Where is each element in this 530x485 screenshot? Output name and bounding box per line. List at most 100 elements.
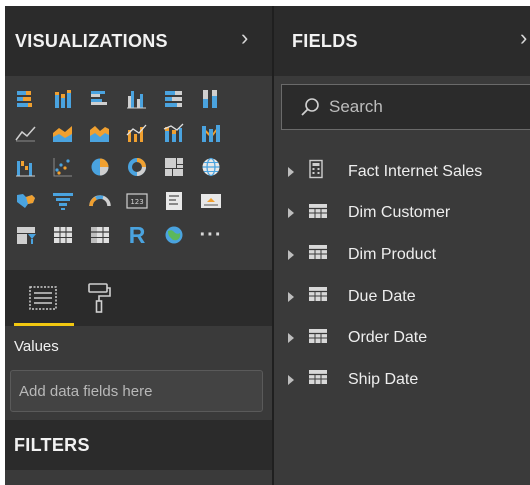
expand-arrow-icon[interactable] bbox=[288, 374, 294, 385]
visualizations-title: VISUALIZATIONS bbox=[15, 30, 168, 51]
visual-pie-button[interactable] bbox=[82, 150, 118, 184]
field-table-label: Order Date bbox=[348, 329, 428, 347]
line-clustered-column-icon bbox=[126, 124, 147, 142]
visual-ribbon-chart-button[interactable] bbox=[193, 116, 229, 150]
table-icon bbox=[308, 328, 328, 349]
visual-map-button[interactable] bbox=[193, 150, 229, 184]
field-table-row[interactable]: Order Date bbox=[274, 317, 530, 359]
visual-funnel-button[interactable] bbox=[45, 184, 81, 218]
pane-tabs bbox=[5, 270, 272, 326]
gallery-spacer bbox=[230, 150, 266, 184]
visual-100-stacked-bar-button[interactable] bbox=[156, 82, 192, 116]
visual-area-chart-button[interactable] bbox=[45, 116, 81, 150]
kpi-icon bbox=[201, 194, 221, 208]
field-table-row[interactable]: Ship Date bbox=[274, 359, 530, 401]
visual-line-clustered-column-button[interactable] bbox=[119, 116, 155, 150]
field-table-label: Due Date bbox=[348, 287, 416, 305]
visual-stacked-column-button[interactable] bbox=[45, 82, 81, 116]
line-stacked-column-icon bbox=[163, 123, 184, 142]
active-tab-indicator bbox=[14, 323, 74, 326]
stacked-column-icon bbox=[55, 90, 71, 108]
field-table-row[interactable]: Dim Customer bbox=[274, 193, 530, 235]
funnel-icon bbox=[53, 193, 73, 210]
search-input[interactable] bbox=[329, 97, 509, 117]
visual-waterfall-button[interactable] bbox=[8, 150, 44, 184]
format-tab[interactable] bbox=[79, 280, 119, 316]
visual-stacked-bar-button[interactable] bbox=[8, 82, 44, 116]
visualization-gallery: 123 R ··· bbox=[8, 82, 270, 252]
search-icon bbox=[301, 98, 319, 116]
filters-header[interactable]: FILTERS bbox=[5, 420, 272, 470]
visual-clustered-column-button[interactable] bbox=[119, 82, 155, 116]
field-table-label: Fact Internet Sales bbox=[348, 162, 483, 180]
field-table-row[interactable]: Dim Product bbox=[274, 234, 530, 276]
treemap-icon bbox=[165, 158, 183, 176]
visual-treemap-button[interactable] bbox=[156, 150, 192, 184]
donut-icon bbox=[128, 158, 146, 176]
fields-tab[interactable] bbox=[23, 280, 63, 316]
matrix-icon bbox=[91, 227, 109, 243]
visual-r-visual-button[interactable]: R bbox=[119, 218, 155, 252]
visual-clustered-bar-button[interactable] bbox=[82, 82, 118, 116]
clustered-bar-icon bbox=[91, 91, 107, 105]
visual-kpi-button[interactable] bbox=[193, 184, 229, 218]
visual-100-stacked-column-button[interactable] bbox=[193, 82, 229, 116]
table-icon bbox=[308, 203, 328, 224]
expand-arrow-icon[interactable] bbox=[288, 333, 294, 344]
visualizations-pane: VISUALIZATIONS › 123 R ··· Values Add da… bbox=[5, 6, 272, 485]
fields-pane: FIELDS › Fact Internet Sales Dim Customer… bbox=[274, 6, 530, 485]
calculator-table-icon bbox=[308, 159, 324, 184]
filters-title: FILTERS bbox=[14, 434, 90, 455]
map-icon bbox=[202, 157, 220, 177]
filters-area bbox=[5, 470, 272, 485]
visual-line-stacked-column-button[interactable] bbox=[156, 116, 192, 150]
100-stacked-column-icon bbox=[203, 90, 217, 108]
100-stacked-bar-icon bbox=[165, 91, 182, 107]
svg-text:123: 123 bbox=[130, 198, 143, 206]
scatter-icon bbox=[53, 158, 72, 177]
values-drop-zone[interactable]: Add data fields here bbox=[10, 370, 263, 412]
fields-well-icon bbox=[29, 286, 57, 310]
r-visual-icon: R bbox=[128, 221, 146, 248]
visual-slicer-button[interactable] bbox=[8, 218, 44, 252]
collapse-visualizations-icon[interactable]: › bbox=[241, 27, 248, 49]
visual-stacked-area-button[interactable] bbox=[82, 116, 118, 150]
field-table-row[interactable]: Fact Internet Sales bbox=[274, 151, 530, 193]
visual-gauge-button[interactable] bbox=[82, 184, 118, 218]
powerbi-panes: VISUALIZATIONS › 123 R ··· Values Add da… bbox=[5, 6, 530, 485]
field-table-label: Dim Customer bbox=[348, 204, 451, 222]
waterfall-icon bbox=[16, 161, 35, 177]
expand-arrow-icon[interactable] bbox=[288, 166, 294, 177]
expand-arrow-icon[interactable] bbox=[288, 291, 294, 302]
slicer-icon bbox=[17, 227, 36, 244]
gallery-spacer bbox=[230, 116, 266, 150]
card-icon: 123 bbox=[126, 193, 148, 209]
visual-matrix-button[interactable] bbox=[82, 218, 118, 252]
gallery-spacer bbox=[230, 184, 266, 218]
visual-line-chart-button[interactable] bbox=[8, 116, 44, 150]
more-icon: ··· bbox=[199, 223, 223, 246]
pie-icon bbox=[91, 158, 109, 176]
visual-donut-button[interactable] bbox=[119, 150, 155, 184]
expand-arrow-icon[interactable] bbox=[288, 208, 294, 219]
collapse-fields-icon[interactable]: › bbox=[520, 27, 527, 49]
table-icon bbox=[308, 244, 328, 265]
field-list: Fact Internet Sales Dim Customer Dim Produ… bbox=[274, 151, 530, 401]
field-table-row[interactable]: Due Date bbox=[274, 276, 530, 318]
gauge-icon bbox=[89, 195, 111, 207]
field-table-label: Dim Product bbox=[348, 245, 437, 263]
visual-scatter-button[interactable] bbox=[45, 150, 81, 184]
visual-more-button[interactable]: ··· bbox=[193, 218, 229, 252]
visual-multi-row-card-button[interactable] bbox=[156, 184, 192, 218]
visual-table-button[interactable] bbox=[45, 218, 81, 252]
line-chart-icon bbox=[15, 126, 36, 142]
fields-search[interactable] bbox=[281, 84, 530, 130]
visual-arcgis-button[interactable] bbox=[156, 218, 192, 252]
table-icon bbox=[308, 369, 328, 390]
visual-card-button[interactable]: 123 bbox=[119, 184, 155, 218]
field-table-label: Ship Date bbox=[348, 370, 419, 388]
visualizations-header: VISUALIZATIONS › bbox=[5, 6, 272, 76]
stacked-area-icon bbox=[90, 126, 109, 142]
visual-filled-map-button[interactable] bbox=[8, 184, 44, 218]
expand-arrow-icon[interactable] bbox=[288, 249, 294, 260]
